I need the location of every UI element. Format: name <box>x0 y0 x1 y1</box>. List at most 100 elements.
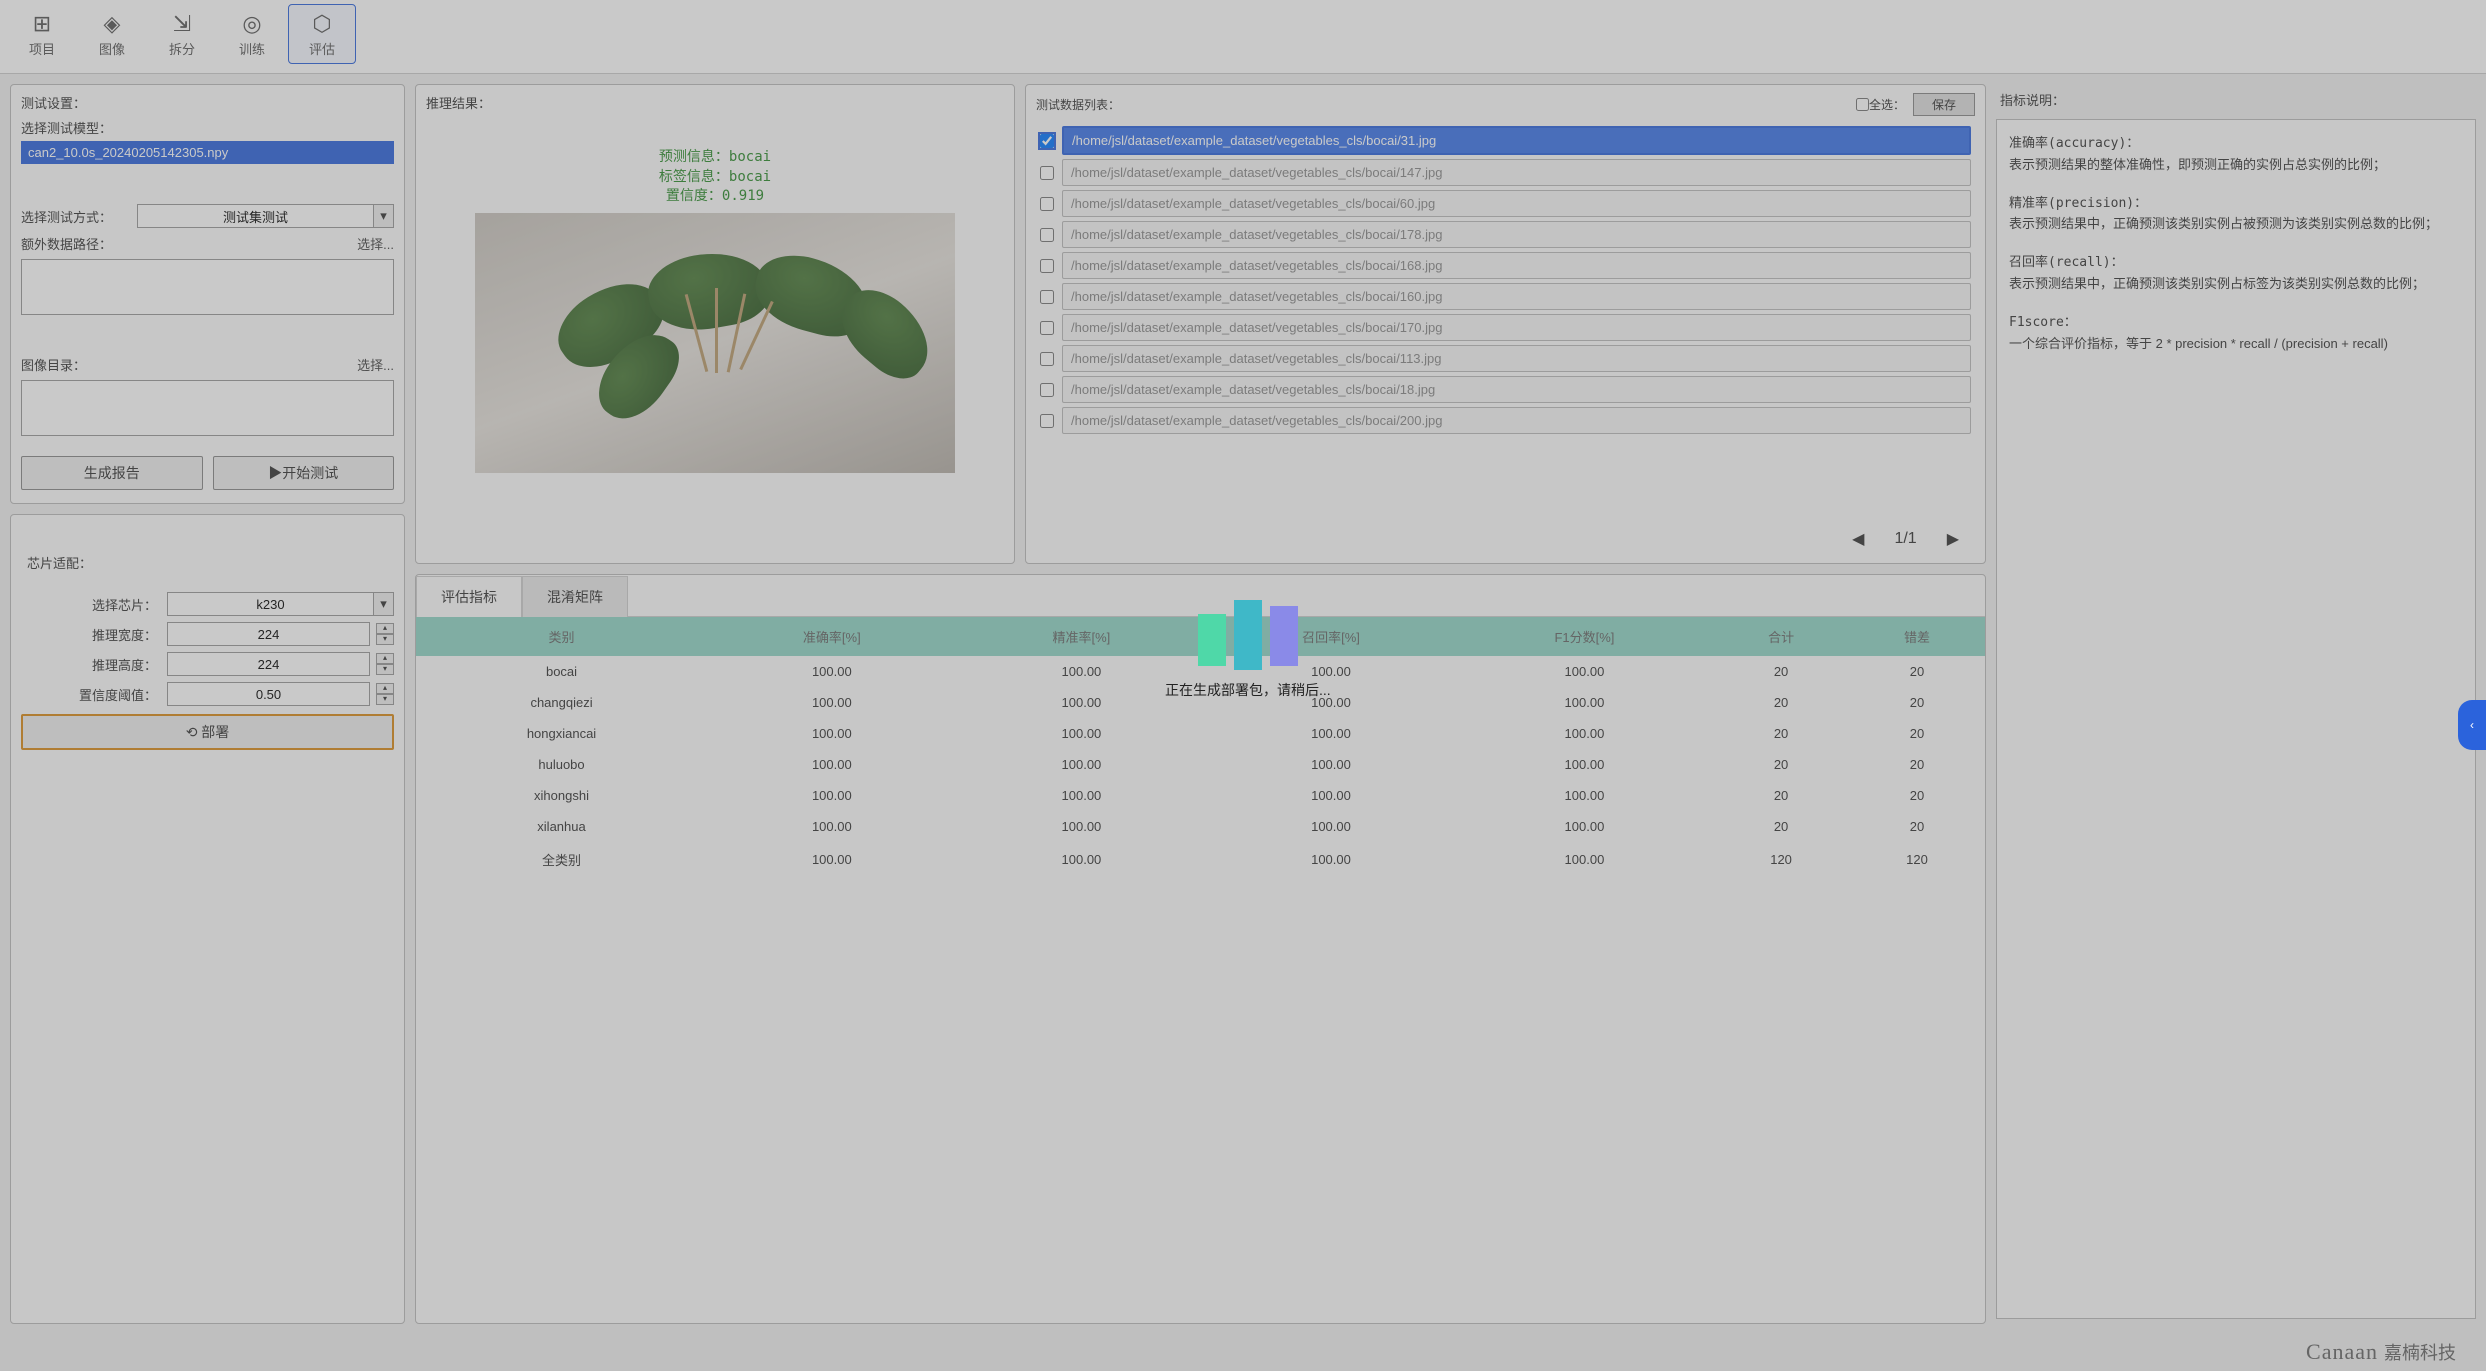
row-checkbox[interactable] <box>1040 166 1054 180</box>
target-icon: ◎ <box>242 11 261 37</box>
extra-path-box[interactable] <box>21 259 394 315</box>
height-spinner[interactable]: ▴▾ <box>376 653 394 675</box>
table-header: 准确率[%] <box>707 617 957 656</box>
chip-select[interactable] <box>167 592 374 616</box>
prev-page-icon[interactable]: ◀ <box>1852 529 1864 549</box>
pager: ◀ 1/1 ▶ <box>1036 523 1975 555</box>
table-row: xilanhua100.00100.00100.00100.002020 <box>416 811 1985 842</box>
conf-input[interactable] <box>167 682 370 706</box>
table-cell: 100.00 <box>1206 811 1456 842</box>
table-cell: 120 <box>1713 842 1849 877</box>
row-checkbox[interactable] <box>1040 352 1054 366</box>
diamond-icon: ◈ <box>104 11 121 37</box>
side-expand-tab[interactable]: ‹ <box>2458 700 2486 750</box>
split-icon: ⇲ <box>173 11 191 37</box>
table-row: 全类别100.00100.00100.00100.00120120 <box>416 842 1985 877</box>
tool-train[interactable]: ◎ 训练 <box>218 4 286 64</box>
row-checkbox[interactable] <box>1040 197 1054 211</box>
tool-split[interactable]: ⇲ 拆分 <box>148 4 216 64</box>
row-checkbox[interactable] <box>1040 259 1054 273</box>
table-cell: 100.00 <box>1206 749 1456 780</box>
data-row[interactable]: /home/jsl/dataset/example_dataset/vegeta… <box>1040 407 1971 434</box>
data-row[interactable]: /home/jsl/dataset/example_dataset/vegeta… <box>1040 376 1971 403</box>
width-spinner[interactable]: ▴▾ <box>376 623 394 645</box>
row-path: /home/jsl/dataset/example_dataset/vegeta… <box>1062 221 1971 248</box>
table-cell: 全类别 <box>416 842 707 877</box>
start-test-button[interactable]: ▶开始测试 <box>213 456 395 490</box>
select-all-checkbox[interactable] <box>1856 98 1869 111</box>
row-checkbox[interactable] <box>1040 290 1054 304</box>
table-cell: 20 <box>1713 811 1849 842</box>
dropdown-icon[interactable]: ▾ <box>374 204 394 228</box>
table-cell: 20 <box>1713 718 1849 749</box>
center-column: 推理结果： 预测信息：bocai 标签信息：bocai 置信度：0.919 <box>415 84 1986 1324</box>
deploy-button[interactable]: ⟲ 部署 <box>21 714 394 750</box>
inference-title: 推理结果： <box>426 93 1004 112</box>
method-select[interactable] <box>137 204 374 228</box>
table-cell: 100.00 <box>1456 687 1713 718</box>
next-page-icon[interactable]: ▶ <box>1947 529 1959 549</box>
table-cell: 100.00 <box>957 749 1207 780</box>
generate-report-button[interactable]: 生成报告 <box>21 456 203 490</box>
data-row[interactable]: /home/jsl/dataset/example_dataset/vegeta… <box>1040 252 1971 279</box>
table-cell: 100.00 <box>707 780 957 811</box>
row-path: /home/jsl/dataset/example_dataset/vegeta… <box>1062 283 1971 310</box>
extra-path-choose[interactable]: 选择... <box>357 234 394 253</box>
data-row[interactable]: /home/jsl/dataset/example_dataset/vegeta… <box>1040 159 1971 186</box>
row-checkbox[interactable] <box>1040 383 1054 397</box>
chevron-left-icon: ‹ <box>2470 718 2474 732</box>
extra-path-label: 额外数据路径： <box>21 234 131 253</box>
table-cell: huluobo <box>416 749 707 780</box>
data-list: /home/jsl/dataset/example_dataset/vegeta… <box>1036 122 1975 523</box>
test-settings-title: 测试设置： <box>21 93 394 112</box>
table-cell: 20 <box>1713 749 1849 780</box>
table-header: 错差 <box>1849 617 1985 656</box>
table-cell: 100.00 <box>1206 842 1456 877</box>
row-checkbox[interactable] <box>1040 134 1054 148</box>
row-path: /home/jsl/dataset/example_dataset/vegeta… <box>1062 345 1971 372</box>
data-row[interactable]: /home/jsl/dataset/example_dataset/vegeta… <box>1040 314 1971 341</box>
width-label: 推理宽度： <box>21 625 161 644</box>
tool-evaluate[interactable]: ⬡ 评估 <box>288 4 356 64</box>
data-row[interactable]: /home/jsl/dataset/example_dataset/vegeta… <box>1040 221 1971 248</box>
tool-image[interactable]: ◈ 图像 <box>78 4 146 64</box>
table-header: F1分数[%] <box>1456 617 1713 656</box>
table-cell: 20 <box>1713 780 1849 811</box>
inference-panel: 推理结果： 预测信息：bocai 标签信息：bocai 置信度：0.919 <box>415 84 1015 564</box>
explain-box: 准确率(accuracy)： 表示预测结果的整体准确性，即预测正确的实例占总实例… <box>1996 119 2476 1319</box>
image-dir-box[interactable] <box>21 380 394 436</box>
table-cell: 100.00 <box>1456 811 1713 842</box>
data-row[interactable]: /home/jsl/dataset/example_dataset/vegeta… <box>1040 345 1971 372</box>
tool-project[interactable]: ⊞ 项目 <box>8 4 76 64</box>
grid-icon: ⊞ <box>33 11 51 37</box>
model-selected[interactable]: can2_10.0s_20240205142305.npy <box>21 141 394 164</box>
table-cell: 20 <box>1849 687 1985 718</box>
save-button[interactable]: 保存 <box>1913 93 1975 116</box>
table-header: 合计 <box>1713 617 1849 656</box>
dropdown-icon[interactable]: ▾ <box>374 592 394 616</box>
row-path: /home/jsl/dataset/example_dataset/vegeta… <box>1062 314 1971 341</box>
page-indicator: 1/1 <box>1894 530 1916 548</box>
data-row[interactable]: /home/jsl/dataset/example_dataset/vegeta… <box>1040 190 1971 217</box>
width-input[interactable] <box>167 622 370 646</box>
accuracy-body: 表示预测结果的整体准确性，即预测正确的实例占总实例的比例； <box>2009 155 2463 176</box>
table-cell: 100.00 <box>707 749 957 780</box>
model-label: 选择测试模型： <box>21 118 394 137</box>
loading-spinner: 正在生成部署包，请稍后... <box>1165 600 1331 700</box>
height-input[interactable] <box>167 652 370 676</box>
row-checkbox[interactable] <box>1040 414 1054 428</box>
tab-metrics[interactable]: 评估指标 <box>416 576 522 617</box>
chip-select-label: 选择芯片： <box>21 595 161 614</box>
data-row[interactable]: /home/jsl/dataset/example_dataset/vegeta… <box>1040 283 1971 310</box>
precision-title: 精准率(precision)： <box>2009 194 2463 215</box>
row-checkbox[interactable] <box>1040 321 1054 335</box>
table-cell: 20 <box>1849 811 1985 842</box>
row-checkbox[interactable] <box>1040 228 1054 242</box>
image-dir-choose[interactable]: 选择... <box>357 355 394 374</box>
data-row[interactable]: /home/jsl/dataset/example_dataset/vegeta… <box>1040 126 1971 155</box>
height-label: 推理高度： <box>21 655 161 674</box>
tab-confusion[interactable]: 混淆矩阵 <box>522 576 628 617</box>
table-cell: 100.00 <box>1456 656 1713 687</box>
data-list-title: 测试数据列表： <box>1036 96 1120 113</box>
conf-spinner[interactable]: ▴▾ <box>376 683 394 705</box>
